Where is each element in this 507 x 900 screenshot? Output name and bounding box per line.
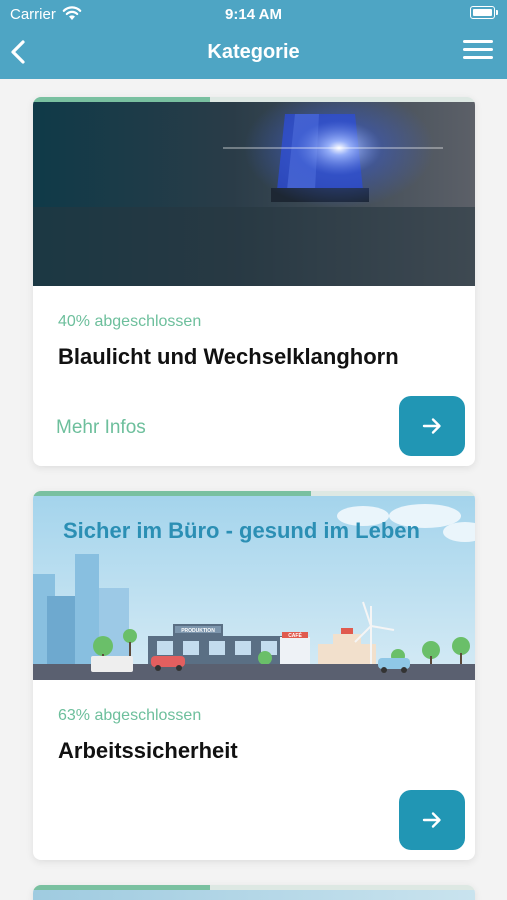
- card-image-blue-light: [33, 102, 475, 286]
- open-category-button[interactable]: [399, 790, 465, 850]
- banner-text: Sicher im Büro - gesund im Leben: [63, 518, 420, 543]
- hamburger-menu-icon[interactable]: [463, 40, 493, 64]
- app-header: Carrier 9:14 AM Kategorie: [0, 0, 507, 79]
- cafe-sign: CAFÉ: [288, 631, 302, 639]
- more-info-link[interactable]: Mehr Infos: [56, 417, 146, 439]
- category-card-arbeitssicherheit[interactable]: Sicher im Büro - gesund im Leben PRODUKT…: [33, 491, 475, 860]
- arrow-right-icon: [422, 812, 441, 828]
- progress-label: 63% abgeschlossen: [58, 707, 202, 724]
- page-title: Kategorie: [207, 41, 300, 63]
- status-time: 9:14 AM: [225, 6, 282, 23]
- open-category-button[interactable]: [399, 396, 465, 456]
- card-title: Blaulicht und Wechselklanghorn: [58, 344, 399, 369]
- status-bar: Carrier 9:14 AM: [0, 0, 507, 28]
- card-title: Arbeitssicherheit: [58, 738, 238, 763]
- production-sign: PRODUKTION: [181, 628, 215, 634]
- category-card-blaulicht[interactable]: 40% abgeschlossen Blaulicht und Wechselk…: [33, 97, 475, 466]
- battery-icon: [470, 6, 498, 19]
- card-image-city-illustration: Sicher im Büro - gesund im Leben PRODUKT…: [33, 496, 475, 680]
- card-image-partial: [33, 890, 475, 900]
- arrow-right-icon: [422, 418, 441, 434]
- progress-label: 40% abgeschlossen: [58, 313, 202, 330]
- category-card-partial[interactable]: [33, 885, 475, 900]
